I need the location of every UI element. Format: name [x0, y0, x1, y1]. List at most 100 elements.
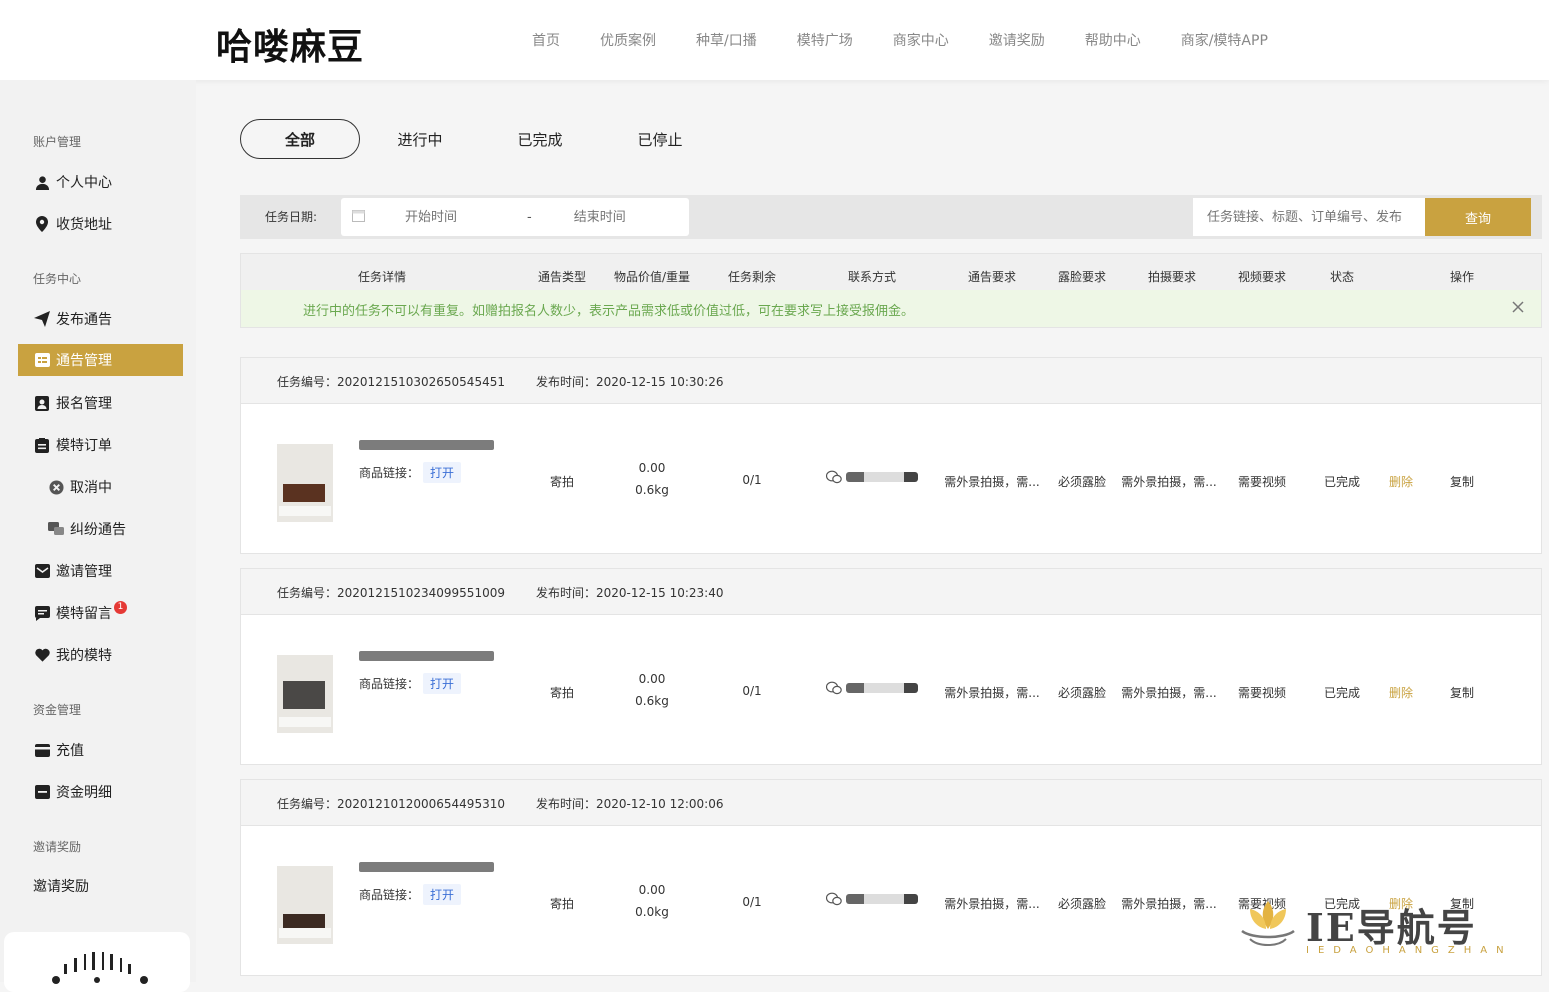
message-icon	[34, 605, 50, 621]
nav-help-center[interactable]: 帮助中心	[1085, 30, 1141, 50]
watermark-text: IE导航号	[1306, 905, 1477, 950]
sidebar-item-dispute[interactable]: 纠纷通告	[18, 513, 183, 545]
shooting-requirement: 需外景拍摄，需...	[1121, 475, 1217, 489]
main-nav: 首页 优质案例 种草/口播 模特广场 商家中心 邀请奖励 帮助中心 商家/模特A…	[532, 0, 1308, 80]
sidebar-label: 模特订单	[56, 438, 112, 454]
nav-app[interactable]: 商家/模特APP	[1181, 30, 1268, 50]
contact-info	[826, 470, 918, 484]
copy-button[interactable]: 复制	[1450, 473, 1474, 490]
filter-bar: 任务日期: - 查询	[240, 195, 1542, 239]
sidebar-label: 通告管理	[56, 353, 112, 369]
query-button[interactable]: 查询	[1425, 198, 1531, 236]
sidebar-item-invite-manage[interactable]: 邀请管理	[18, 555, 183, 587]
shooting-requirement: 需外景拍摄，需...	[1121, 897, 1217, 911]
product-thumbnail[interactable]	[277, 655, 333, 733]
product-link-label: 商品链接：	[359, 888, 420, 902]
sidebar-label: 发布通告	[56, 312, 112, 328]
sidebar-item-signup[interactable]: 报名管理	[18, 387, 183, 419]
item-weight: 0.6kg	[635, 483, 669, 497]
notice-banner: 进行中的任务不可以有重复。如赠拍报名人数少，表示产品需求低或价值过低，可在要求写…	[241, 290, 1541, 327]
task-card: 任务编号：2020121510234099551009 发布时间：2020-12…	[240, 568, 1542, 765]
product-title-redacted	[359, 651, 494, 661]
calendar-icon	[352, 209, 365, 226]
open-link-button[interactable]: 打开	[423, 462, 462, 483]
delete-button[interactable]: 删除	[1389, 473, 1413, 490]
face-requirement: 必须露脸	[1057, 686, 1107, 700]
col-requirement: 通告要求	[967, 270, 1017, 284]
contact-redacted	[846, 472, 918, 482]
watermark-subtext: IEDAOHANGZHAN	[1306, 945, 1513, 956]
sidebar-item-recharge[interactable]: 充值	[18, 734, 183, 766]
notice-requirement: 需外景拍摄，需...	[944, 686, 1040, 700]
tab-all[interactable]: 全部	[240, 119, 360, 159]
product-thumbnail[interactable]	[277, 444, 333, 522]
task-status: 已完成	[1323, 686, 1361, 700]
open-link-button[interactable]: 打开	[423, 884, 462, 905]
sidebar-label: 报名管理	[56, 396, 112, 412]
col-task-detail: 任务详情	[357, 270, 407, 284]
sidebar-label: 收货地址	[56, 217, 112, 233]
item-weight: 0.0kg	[635, 905, 669, 919]
notice-requirement: 需外景拍摄，需...	[944, 475, 1040, 489]
tab-in-progress[interactable]: 进行中	[360, 119, 480, 159]
sidebar-label: 取消中	[70, 480, 112, 496]
nav-model-square[interactable]: 模特广场	[797, 30, 853, 50]
sidebar-item-fund-detail[interactable]: 资金明细	[18, 776, 183, 808]
task-date-label: 任务日期:	[265, 210, 318, 224]
sidebar-label: 邀请奖励	[33, 879, 89, 895]
product-title-redacted	[359, 862, 494, 872]
watermark: IE导航号 IEDAOHANGZHAN	[1236, 895, 1526, 965]
nav-seeding[interactable]: 种草/口播	[696, 30, 757, 50]
date-range-picker[interactable]: -	[341, 198, 696, 236]
task-type: 寄拍	[549, 475, 575, 489]
nav-home[interactable]: 首页	[532, 30, 560, 50]
end-date-input[interactable]	[571, 208, 696, 226]
list-card-icon	[34, 352, 50, 368]
sidebar-label: 充值	[56, 743, 84, 759]
task-card-header: 任务编号：2020121510302650545451 发布时间：2020-12…	[241, 358, 1541, 404]
task-card-header: 任务编号：2020121012000654495310 发布时间：2020-12…	[241, 780, 1541, 826]
notice-text: 进行中的任务不可以有重复。如赠拍报名人数少，表示产品需求低或价值过低，可在要求写…	[303, 304, 915, 319]
task-number: 任务编号：2020121012000654495310	[277, 797, 505, 811]
col-actions: 操作	[1449, 270, 1475, 284]
contact-redacted	[846, 894, 918, 904]
search-input[interactable]	[1193, 198, 1425, 236]
sidebar-label: 纠纷通告	[70, 522, 126, 538]
unread-badge: 1	[114, 600, 127, 614]
sidebar-item-invite-reward[interactable]: 邀请奖励	[18, 870, 183, 902]
delete-button[interactable]: 删除	[1389, 684, 1413, 701]
qr-code-card	[4, 932, 190, 992]
top-navbar: 哈喽麻豆 首页 优质案例 种草/口播 模特广场 商家中心 邀请奖励 帮助中心 商…	[0, 0, 1549, 80]
sidebar-item-manage[interactable]: 通告管理	[18, 344, 183, 376]
wechat-icon	[826, 470, 842, 484]
sidebar-label: 个人中心	[56, 175, 112, 191]
col-contact: 联系方式	[847, 270, 897, 284]
sidebar-label: 资金明细	[56, 785, 112, 801]
col-video: 视频要求	[1237, 270, 1287, 284]
col-shooting: 拍摄要求	[1147, 270, 1197, 284]
sidebar-item-publish[interactable]: 发布通告	[18, 303, 183, 335]
section-account: 账户管理	[33, 135, 82, 149]
sidebar-item-orders[interactable]: 模特订单	[18, 429, 183, 461]
site-logo[interactable]: 哈喽麻豆	[216, 18, 364, 70]
nav-merchant-center[interactable]: 商家中心	[893, 30, 949, 50]
sidebar-item-address[interactable]: 收货地址	[18, 208, 183, 240]
close-icon[interactable]	[1509, 298, 1527, 316]
start-date-input[interactable]	[403, 208, 527, 226]
col-face: 露脸要求	[1057, 270, 1107, 284]
sidebar-item-messages[interactable]: 模特留言 1	[18, 597, 183, 629]
sidebar-item-cancelling[interactable]: 取消中	[18, 471, 183, 503]
nav-invite-reward[interactable]: 邀请奖励	[989, 30, 1045, 50]
copy-button[interactable]: 复制	[1450, 684, 1474, 701]
sidebar: 账户管理 个人中心 收货地址 任务中心 发布通告 通告管理 报名管理 模特订单 …	[0, 80, 196, 992]
tab-stopped[interactable]: 已停止	[600, 119, 720, 159]
cancel-circle-icon	[48, 479, 64, 495]
sidebar-item-my-models[interactable]: 我的模特	[18, 639, 183, 671]
tab-completed[interactable]: 已完成	[480, 119, 600, 159]
sidebar-item-personal[interactable]: 个人中心	[18, 166, 183, 198]
open-link-button[interactable]: 打开	[423, 673, 462, 694]
nav-cases[interactable]: 优质案例	[600, 30, 656, 50]
task-card: 任务编号：2020121510302650545451 发布时间：2020-12…	[240, 357, 1542, 554]
product-thumbnail[interactable]	[277, 866, 333, 944]
date-separator: -	[527, 209, 532, 225]
